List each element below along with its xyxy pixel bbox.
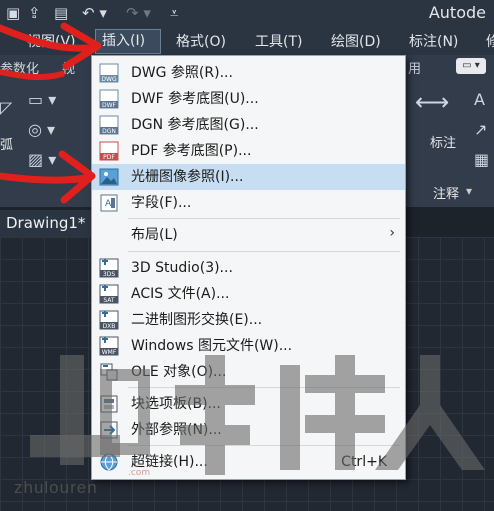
menu-dimension[interactable]: 标注(N) [403,31,464,53]
svg-text:3DS: 3DS [103,271,115,278]
hatch-icon[interactable]: ▨ ▾ [28,150,56,169]
menu-item-acis[interactable]: SAT ACIS 文件(A)... [92,281,405,307]
ole-icon [100,363,118,381]
watermark-domain: .com [128,468,151,478]
menu-item-label: OLE 对象(O)... [131,364,227,380]
wmf-icon: WMF [99,336,119,356]
undo-icon[interactable]: ↶ ▾ [82,3,107,23]
svg-text:DXB: DXB [103,323,116,330]
menu-item-dwg-reference[interactable]: DWG DWG 参照(R)... [92,60,405,86]
menu-tools[interactable]: 工具(T) [249,31,308,53]
menu-item-layout[interactable]: 布局(L) › [92,222,405,248]
menu-item-block-palette[interactable]: 块选项板(B)... [92,391,405,417]
table-icon[interactable]: ▦ [474,150,489,169]
svg-text:A: A [105,199,112,209]
menu-item-pdf-underlay[interactable]: PDF PDF 参考底图(P)... [92,138,405,164]
annotate-label[interactable]: 标注 [430,132,456,151]
menu-insert[interactable]: 插入(I) [95,29,161,54]
menu-separator [128,387,400,388]
menu-item-label: 3D Studio(3)... [131,260,233,276]
shortcut-label: Ctrl+K [341,454,387,470]
menu-item-label: 字段(F)... [131,195,192,211]
menu-format[interactable]: 格式(O) [170,31,232,53]
menu-item-label: 光栅图像参照(I)... [131,169,244,185]
xref-icon [100,421,118,439]
redo-icon[interactable]: ↷ ▾ [126,3,151,23]
title-bar: ▣ ⇪ ▤ ↶ ▾ ↷ ▾ ⩡ Autode [0,0,494,27]
raster-image-icon [99,168,119,186]
svg-text:SAT: SAT [103,297,115,304]
ribbon-toggle-icon[interactable]: ▭ ▾ [456,58,486,74]
app-title: Autode [428,3,486,22]
3ds-icon: 3DS [99,258,119,278]
pdf-icon: PDF [99,141,119,161]
menu-item-field[interactable]: A 字段(F)... [92,190,405,216]
menu-separator [128,251,400,252]
menu-item-ole-object[interactable]: OLE 对象(O)... [92,359,405,385]
acis-icon: SAT [99,284,119,304]
menu-item-label: 二进制图形交换(E)... [131,312,263,328]
arc-label: 弧 [0,138,14,153]
tab-drawing1[interactable]: Drawing1* [0,210,96,237]
ribbon-tab-parametric[interactable]: 参数化 [0,58,39,77]
menu-item-label: 外部参照(N)... [131,422,222,438]
svg-text:DWG: DWG [101,76,117,83]
menu-draw[interactable]: 绘图(D) [325,31,387,53]
menu-bar: 视图(V) 插入(I) 格式(O) 工具(T) 绘图(D) 标注(N) 修 [0,27,494,55]
hyperlink-icon [100,453,118,471]
svg-text:DGN: DGN [102,128,116,135]
dimension-icon[interactable]: ⟷ [415,88,449,116]
menu-item-label: DWF 参考底图(U)... [131,91,259,107]
menu-item-raster-image[interactable]: 光栅图像参照(I)... [92,164,405,190]
leader-icon[interactable]: ↗ [474,120,487,139]
insert-menu-dropdown: DWG DWG 参照(R)... DWF DWF 参考底图(U)... DGN … [91,55,406,480]
text-style-icon[interactable]: A [474,90,485,109]
dgn-icon: DGN [99,115,119,135]
save-icon[interactable]: ⇪ [28,3,41,23]
menu-modify[interactable]: 修 [480,31,494,53]
submenu-arrow-icon: › [389,225,395,241]
menu-item-label: PDF 参考底图(P)... [131,143,252,159]
svg-text:DWF: DWF [102,102,117,109]
menu-item-3d-studio[interactable]: 3DS 3D Studio(3)... [92,255,405,281]
ribbon-tab-apps[interactable]: 用 [408,58,421,77]
menu-item-label: 布局(L) [131,227,178,243]
menu-item-dgn-underlay[interactable]: DGN DGN 参考底图(G)... [92,112,405,138]
menu-item-label: DWG 参照(R)... [131,65,233,81]
block-palette-icon [100,395,118,413]
panel-expand-icon[interactable]: ▾ [466,184,472,198]
tool-icon-left[interactable]: ◸ [0,98,12,117]
quick-access-dropdown-icon[interactable]: ⩡ [170,3,178,23]
watermark-text: zhulouren [14,478,98,497]
dwf-icon: DWF [99,89,119,109]
menu-view[interactable]: 视图(V) [21,31,82,53]
field-icon: A [100,194,118,212]
annotation-panel-title[interactable]: 注释 [433,183,459,202]
dxb-icon: DXB [99,310,119,330]
menu-separator [128,445,400,446]
menu-item-windows-metafile[interactable]: WMF Windows 图元文件(W)... [92,333,405,359]
svg-text:PDF: PDF [103,154,115,161]
menu-item-label: Windows 图元文件(W)... [131,338,293,354]
menu-item-binary-dxb[interactable]: DXB 二进制图形交换(E)... [92,307,405,333]
menu-item-dwf-underlay[interactable]: DWF DWF 参考底图(U)... [92,86,405,112]
rectangle-icon[interactable]: ▭ ▾ [28,90,56,109]
menu-item-label: 块选项板(B)... [131,396,221,412]
ribbon-tab-view[interactable]: 视 [62,58,75,77]
menu-item-xref[interactable]: 外部参照(N)... [92,417,405,443]
menu-item-label: ACIS 文件(A)... [131,286,230,302]
menu-item-label: DGN 参考底图(G)... [131,117,259,133]
svg-text:WMF: WMF [102,349,117,356]
ellipse-icon[interactable]: ◎ ▾ [28,120,55,139]
menu-separator [128,218,400,219]
print-icon[interactable]: ▤ [54,3,68,23]
app-menu-icon[interactable]: ▣ [6,3,20,23]
dwg-icon: DWG [99,63,119,83]
